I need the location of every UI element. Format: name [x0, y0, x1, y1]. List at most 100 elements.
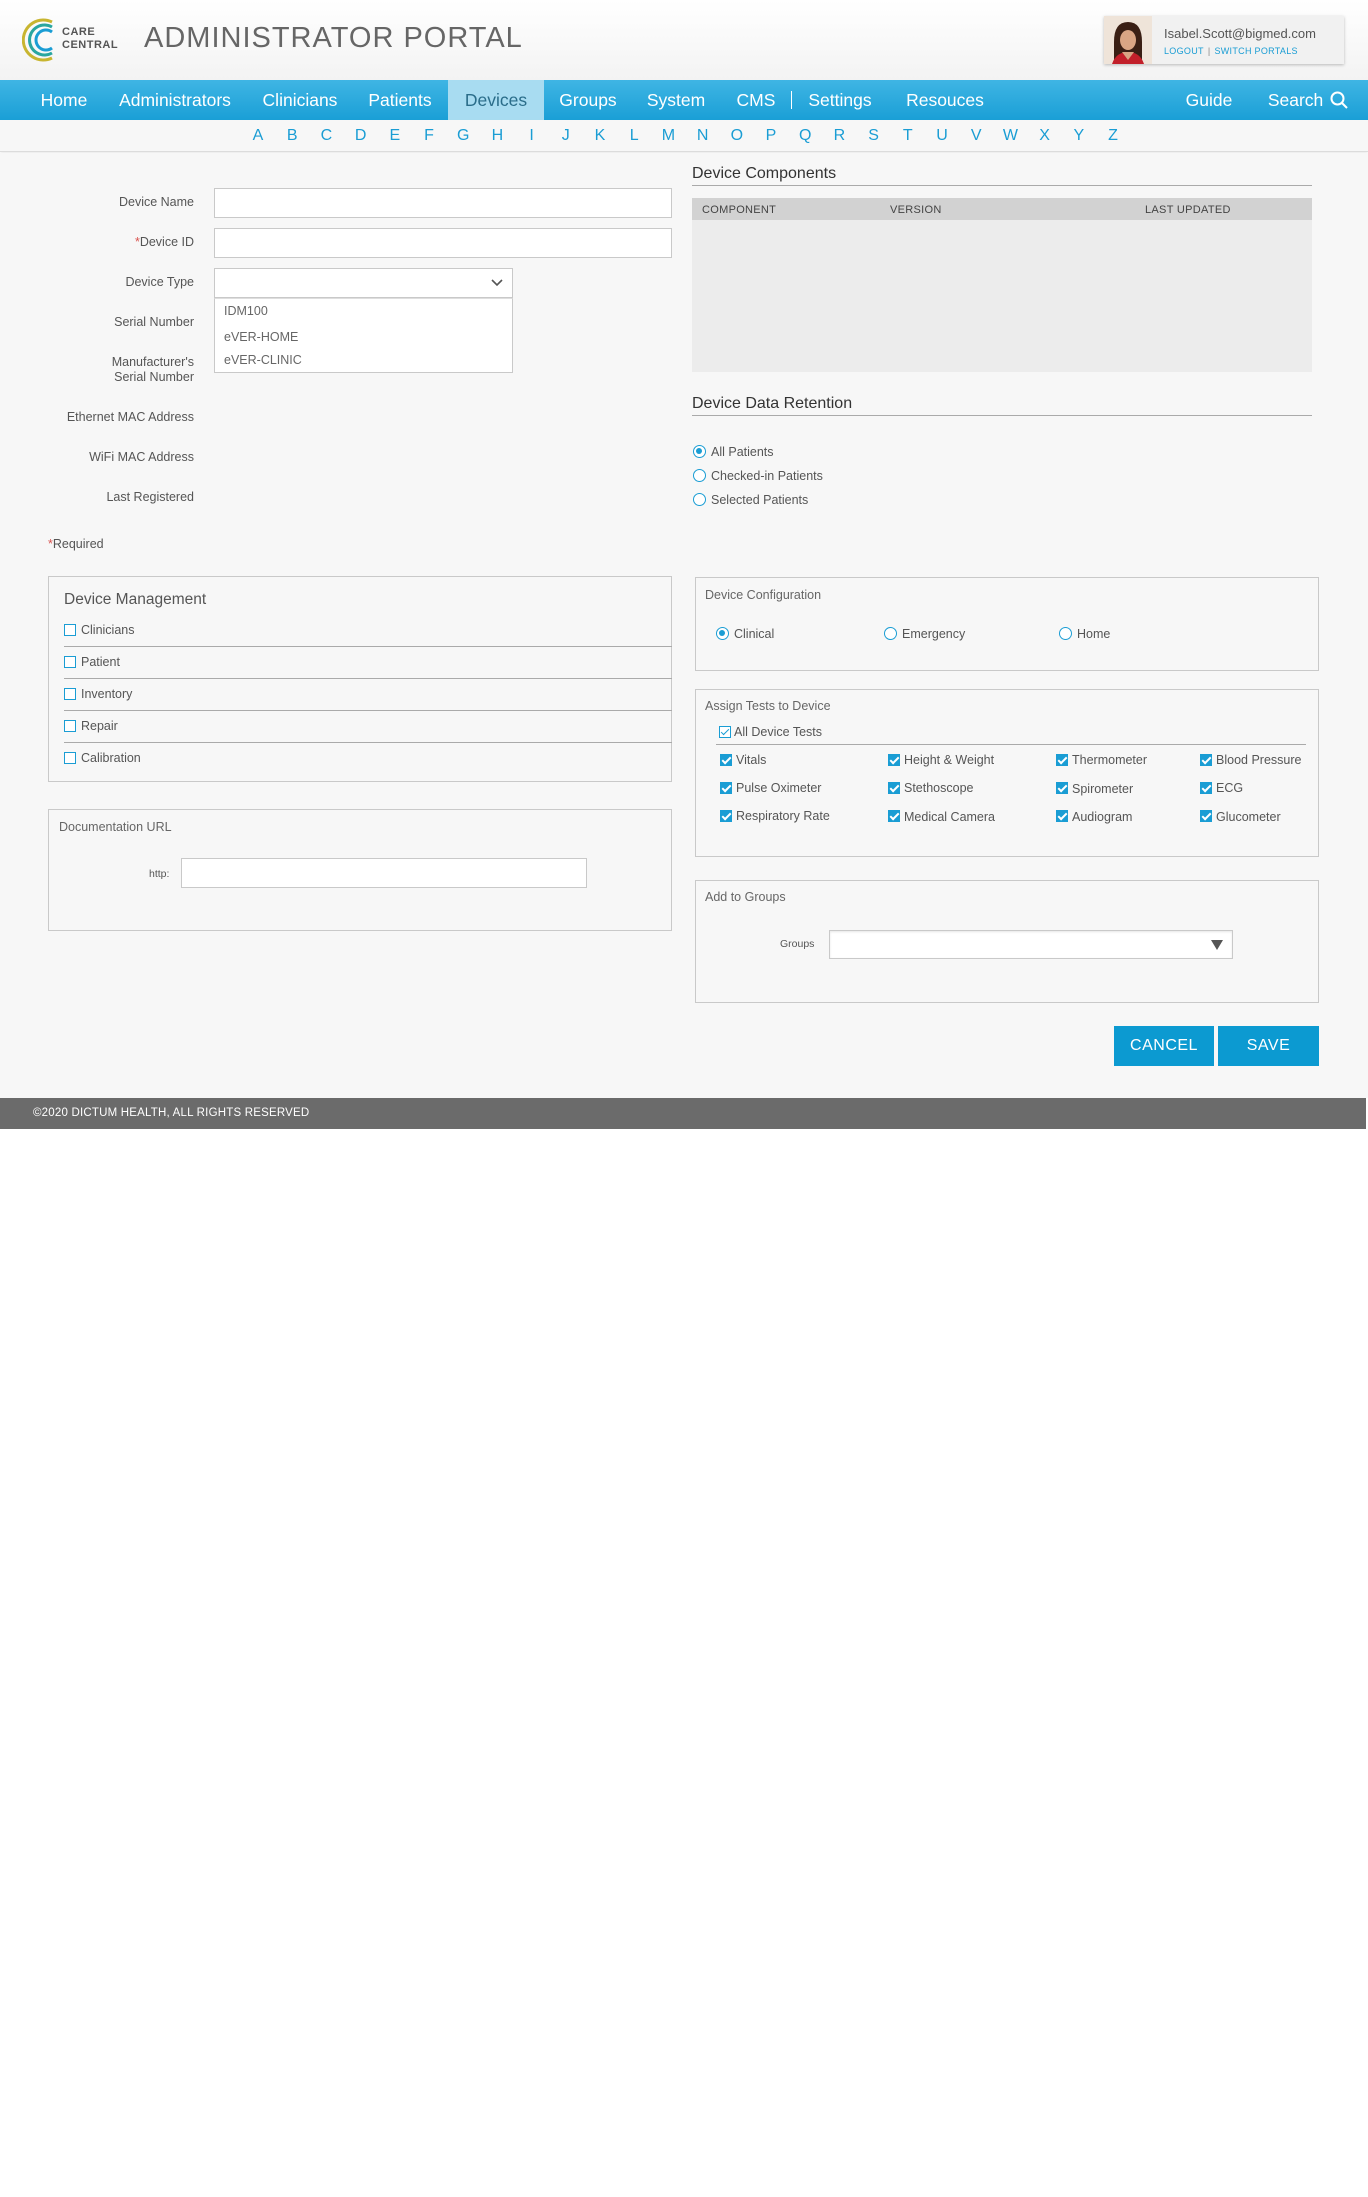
alphabet-letter-t[interactable]: T [898, 127, 918, 145]
alphabet-letter-r[interactable]: R [829, 127, 849, 145]
user-avatar[interactable] [1104, 16, 1152, 64]
nav-system[interactable]: System [636, 80, 716, 120]
nav-search-label: Search [1267, 90, 1324, 110]
alphabet-letter-j[interactable]: J [556, 127, 576, 145]
device-components-rule [692, 185, 1312, 186]
alphabet-letter-x[interactable]: X [1035, 127, 1055, 145]
retention-all-patients-radio[interactable] [693, 445, 706, 458]
alphabet-letter-e[interactable]: E [385, 127, 405, 145]
alphabet-letter-i[interactable]: I [522, 127, 542, 145]
config-home-radio[interactable] [1059, 627, 1072, 640]
mgmt-patient-label: Patient [81, 655, 120, 669]
test-ecg-checkbox[interactable] [1200, 782, 1212, 794]
retention-all-patients-label: All Patients [711, 445, 774, 459]
test-height-weight-label: Height & Weight [904, 753, 995, 767]
all-device-tests-checkbox[interactable] [719, 726, 731, 738]
alphabet-letter-d[interactable]: D [351, 127, 371, 145]
mgmt-clinicians-label: Clinicians [81, 623, 135, 637]
test-audiogram-label: Audiogram [1072, 810, 1133, 824]
nav-administrators[interactable]: Administrators [110, 80, 240, 120]
care-central-logo[interactable]: CARE CENTRAL [21, 14, 122, 66]
device-type-option[interactable]: eVER-HOME [224, 330, 298, 344]
user-card: Isabel.Scott@bigmed.com LOGOUT | SWITCH PO… [1104, 16, 1344, 64]
test-pulse-oximeter-checkbox[interactable] [720, 782, 732, 794]
column-header-version[interactable]: VERSION [890, 204, 942, 216]
alphabet-letter-z[interactable]: Z [1103, 127, 1123, 145]
nav-cms[interactable]: CMS [724, 80, 788, 120]
device-type-option[interactable]: IDM100 [224, 304, 268, 318]
alphabet-letter-v[interactable]: V [966, 127, 986, 145]
cancel-button[interactable]: CANCEL [1114, 1026, 1214, 1066]
device-name-input[interactable] [214, 188, 672, 218]
device-configuration-panel: Device Configuration Clinical Emergency … [695, 577, 1319, 671]
column-header-last-updated[interactable]: LAST UPDATED [1145, 204, 1231, 216]
alphabet-letter-g[interactable]: G [453, 127, 473, 145]
nav-guide[interactable]: Guide [1176, 80, 1242, 120]
alphabet-letter-a[interactable]: A [248, 127, 268, 145]
test-vitals-checkbox[interactable] [720, 754, 732, 766]
alphabet-letter-b[interactable]: B [282, 127, 302, 145]
alphabet-letter-q[interactable]: Q [795, 127, 815, 145]
alphabet-letter-n[interactable]: N [693, 127, 713, 145]
alphabet-letter-p[interactable]: P [761, 127, 781, 145]
alphabet-letter-y[interactable]: Y [1069, 127, 1089, 145]
device-type-select[interactable] [214, 268, 513, 298]
test-stethoscope-checkbox[interactable] [888, 782, 900, 794]
nav-devices[interactable]: Devices [448, 80, 544, 120]
nav-clinicians[interactable]: Clinicians [250, 80, 350, 120]
test-glucometer-checkbox[interactable] [1200, 810, 1212, 822]
config-home-label: Home [1077, 627, 1111, 641]
retention-checked-in-radio[interactable] [693, 469, 706, 482]
device-management-panel: Device Management Clinicians Patient Inv… [48, 576, 672, 782]
nav-search[interactable]: Search [1258, 80, 1358, 120]
logout-link[interactable]: LOGOUT [1164, 46, 1204, 56]
nav-settings[interactable]: Settings [798, 80, 882, 120]
config-clinical-radio[interactable] [716, 627, 729, 640]
config-emergency-label: Emergency [902, 627, 966, 641]
mgmt-clinicians-checkbox[interactable] [64, 624, 76, 636]
test-blood-pressure-label: Blood Pressure [1216, 753, 1302, 767]
alphabet-letter-w[interactable]: W [1000, 127, 1020, 145]
alphabet-letter-l[interactable]: L [624, 127, 644, 145]
nav-groups[interactable]: Groups [548, 80, 628, 120]
test-audiogram-checkbox[interactable] [1056, 810, 1068, 822]
switch-portals-link[interactable]: SWITCH PORTALS [1214, 46, 1297, 56]
test-vitals-label: Vitals [736, 753, 767, 767]
nav-resources[interactable]: Resouces [890, 80, 1000, 120]
test-thermometer-checkbox[interactable] [1056, 754, 1068, 766]
test-height-weight-checkbox[interactable] [888, 754, 900, 766]
groups-select[interactable] [829, 930, 1233, 959]
save-button[interactable]: SAVE [1218, 1026, 1319, 1066]
alphabet-letter-k[interactable]: K [590, 127, 610, 145]
caret-down-icon [1211, 940, 1223, 950]
nav-home[interactable]: Home [26, 80, 102, 120]
nav-patients[interactable]: Patients [358, 80, 442, 120]
device-id-input[interactable] [214, 228, 672, 258]
config-emergency-radio[interactable] [884, 627, 897, 640]
test-respiratory-rate-checkbox[interactable] [720, 810, 732, 822]
required-note: *Required [48, 537, 104, 551]
alphabet-letter-m[interactable]: M [658, 127, 678, 145]
alphabet-letter-u[interactable]: U [932, 127, 952, 145]
config-clinical-label: Clinical [734, 627, 775, 641]
alphabet-letter-o[interactable]: O [727, 127, 747, 145]
column-header-component[interactable]: COMPONENT [702, 204, 776, 216]
device-type-option[interactable]: eVER-CLINIC [224, 353, 302, 367]
device-name-label: Device Name [118, 195, 194, 209]
retention-selected-radio[interactable] [693, 493, 706, 506]
alphabet-letter-c[interactable]: C [316, 127, 336, 145]
user-email: Isabel.Scott@bigmed.com [1164, 26, 1316, 41]
mgmt-calibration-checkbox[interactable] [64, 752, 76, 764]
test-blood-pressure-checkbox[interactable] [1200, 754, 1212, 766]
alphabet-letter-f[interactable]: F [419, 127, 439, 145]
alphabet-letter-s[interactable]: S [864, 127, 884, 145]
mgmt-inventory-checkbox[interactable] [64, 688, 76, 700]
data-retention-title: Device Data Retention [692, 395, 853, 412]
documentation-url-input[interactable] [181, 858, 587, 888]
test-spirometer-checkbox[interactable] [1056, 782, 1068, 794]
test-medical-camera-checkbox[interactable] [888, 810, 900, 822]
mgmt-repair-checkbox[interactable] [64, 720, 76, 732]
mgmt-patient-checkbox[interactable] [64, 656, 76, 668]
page-footer: ©2020 DICTUM HEALTH, ALL RIGHTS RESERVED [0, 1098, 1366, 1129]
alphabet-letter-h[interactable]: H [487, 127, 507, 145]
